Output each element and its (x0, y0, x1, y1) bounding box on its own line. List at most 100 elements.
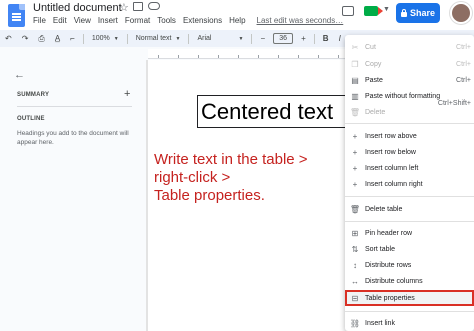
move-folder-icon[interactable] (133, 2, 143, 11)
redo-icon[interactable]: ↷ (22, 34, 29, 43)
menu-format[interactable]: Format (125, 16, 150, 25)
distribute-columns-icon: ↔ (351, 276, 359, 286)
menu-item-label: Cut (365, 43, 376, 51)
menu-item-label: Insert row below (365, 148, 416, 156)
zoom-value: 100% (91, 35, 110, 42)
table-cell[interactable]: Centered text (197, 95, 347, 128)
sort-icon: ⇅ (351, 244, 359, 254)
menu-item-label: Table properties (365, 294, 415, 302)
plus-icon: + (352, 131, 358, 141)
outline-help-text: Headings you add to the document will ap… (17, 130, 129, 146)
menu-item-insert-column-left[interactable]: + Insert column left (345, 160, 474, 176)
menu-item-pin-header-row[interactable]: ⊞ Pin header row (345, 225, 474, 241)
instruction-line: Table properties. (154, 187, 265, 204)
font-value: Arial (197, 35, 212, 42)
comment-history-icon[interactable] (342, 6, 354, 16)
menu-view[interactable]: View (74, 16, 91, 25)
add-summary-plus-icon[interactable]: + (124, 88, 130, 100)
menu-item-cut[interactable]: ✂ Cut Ctrl+ (345, 39, 474, 55)
document-title[interactable]: Untitled document (33, 2, 122, 14)
outline-heading: OUTLINE (17, 116, 45, 122)
menu-item-delete-table[interactable]: 🗑 Delete table (345, 201, 474, 217)
pin-icon: ⊞ (351, 228, 359, 238)
font-size-input[interactable]: 36 (273, 33, 294, 44)
menu-item-label: Delete table (365, 205, 403, 213)
menu-edit[interactable]: Edit (53, 16, 67, 25)
font-select[interactable]: Arial ▼ (197, 35, 243, 42)
plus-icon: + (352, 147, 358, 157)
decrease-font-size-button[interactable]: − (260, 34, 265, 43)
paint-format-icon[interactable]: ⌐ (70, 34, 75, 43)
docs-logo-icon[interactable] (8, 4, 25, 27)
share-button[interactable]: Share (396, 3, 440, 23)
trash-icon: 🗑 (349, 204, 361, 214)
share-label: Share (409, 8, 435, 18)
zoom-select[interactable]: 100% ▼ (92, 35, 119, 42)
menu-item-paste[interactable]: ▤ Paste Ctrl+ (345, 72, 474, 88)
menu-divider (345, 123, 474, 124)
table-icon: ⊟ (351, 293, 359, 303)
instruction-line: right-click > (154, 169, 231, 186)
undo-icon[interactable]: ↶ (5, 34, 12, 43)
menu-item-distribute-columns[interactable]: ↔ Distribute columns (345, 273, 474, 289)
chevron-down-icon: ▼ (175, 35, 181, 42)
bold-icon[interactable]: B (323, 34, 329, 43)
link-icon: ⛓ (349, 318, 361, 328)
increase-font-size-button[interactable]: + (301, 34, 306, 43)
context-menu: ✂ Cut Ctrl+ ❐ Copy Ctrl+ ▤ Paste Ctrl+ ▥… (345, 35, 474, 331)
menu-item-label: Delete (365, 108, 386, 116)
toolbar-divider (188, 33, 190, 44)
menu-item-insert-link[interactable]: ⛓ Insert link (345, 315, 474, 331)
style-select[interactable]: Normal text ▼ (136, 35, 181, 42)
last-edit-link[interactable]: Last edit was seconds… (257, 16, 344, 25)
summary-heading: SUMMARY (17, 92, 50, 98)
chevron-down-icon[interactable]: ▼ (383, 6, 390, 13)
avatar[interactable] (450, 2, 472, 24)
menu-item-copy[interactable]: ❐ Copy Ctrl+ (345, 56, 474, 72)
menu-item-distribute-rows[interactable]: ↕ Distribute rows (345, 257, 474, 273)
toolbar-divider (126, 33, 128, 44)
horizontal-ruler[interactable] (148, 49, 348, 59)
cloud-status-icon[interactable] (148, 2, 160, 10)
print-icon[interactable]: ⎙ (38, 34, 44, 44)
distribute-rows-icon: ↕ (353, 260, 357, 270)
menu-item-label: Paste without formatting (365, 92, 441, 100)
menu-divider (345, 221, 474, 222)
document-outline-panel: ← SUMMARY + OUTLINE Headings you add to … (0, 49, 146, 331)
chevron-down-icon: ▼ (238, 35, 244, 42)
italic-icon[interactable]: I (339, 34, 341, 43)
chevron-down-icon: ▼ (113, 35, 119, 42)
title-bar: Untitled document ☆ File Edit View Inser… (0, 0, 474, 30)
menu-tools[interactable]: Tools (157, 16, 176, 25)
menu-item-insert-row-below[interactable]: + Insert row below (345, 144, 474, 160)
menu-item-sort-table[interactable]: ⇅ Sort table (345, 241, 474, 257)
menu-item-label: Insert column left (365, 164, 419, 172)
instruction-text: Write text in the table > right-click > … (154, 151, 349, 205)
menu-item-delete[interactable]: 🗑 Delete (345, 104, 474, 120)
instruction-line: Write text in the table > (154, 151, 308, 168)
menu-bar: File Edit View Insert Format Tools Exten… (33, 16, 350, 25)
menu-item-insert-row-above[interactable]: + Insert row above (345, 128, 474, 144)
star-icon[interactable]: ☆ (119, 1, 129, 14)
menu-item-label: Distribute rows (365, 261, 412, 269)
menu-item-insert-column-right[interactable]: + Insert column right (345, 176, 474, 192)
paste-icon: ▤ (351, 75, 359, 85)
menu-item-table-properties[interactable]: ⊟ Table properties (345, 290, 474, 306)
menu-item-label: Copy (365, 60, 382, 68)
copy-icon: ❐ (351, 59, 359, 69)
spellcheck-icon[interactable]: A̲ (55, 34, 60, 43)
menu-insert[interactable]: Insert (98, 16, 118, 25)
back-arrow-icon[interactable]: ← (14, 69, 25, 81)
menu-file[interactable]: File (33, 16, 46, 25)
outline-divider (17, 106, 132, 107)
menu-help[interactable]: Help (229, 16, 245, 25)
menu-divider (345, 196, 474, 197)
style-value: Normal text (135, 35, 172, 42)
menu-extensions[interactable]: Extensions (183, 16, 222, 25)
menu-item-paste-without-formatting[interactable]: ▥ Paste without formatting Ctrl+Shift+ (345, 88, 474, 108)
meet-icon[interactable] (364, 6, 383, 16)
menu-item-label: Insert column right (365, 180, 423, 188)
menu-item-shortcut: Ctrl+ (456, 43, 471, 51)
plus-icon: + (352, 179, 358, 189)
toolbar-divider (82, 33, 84, 44)
